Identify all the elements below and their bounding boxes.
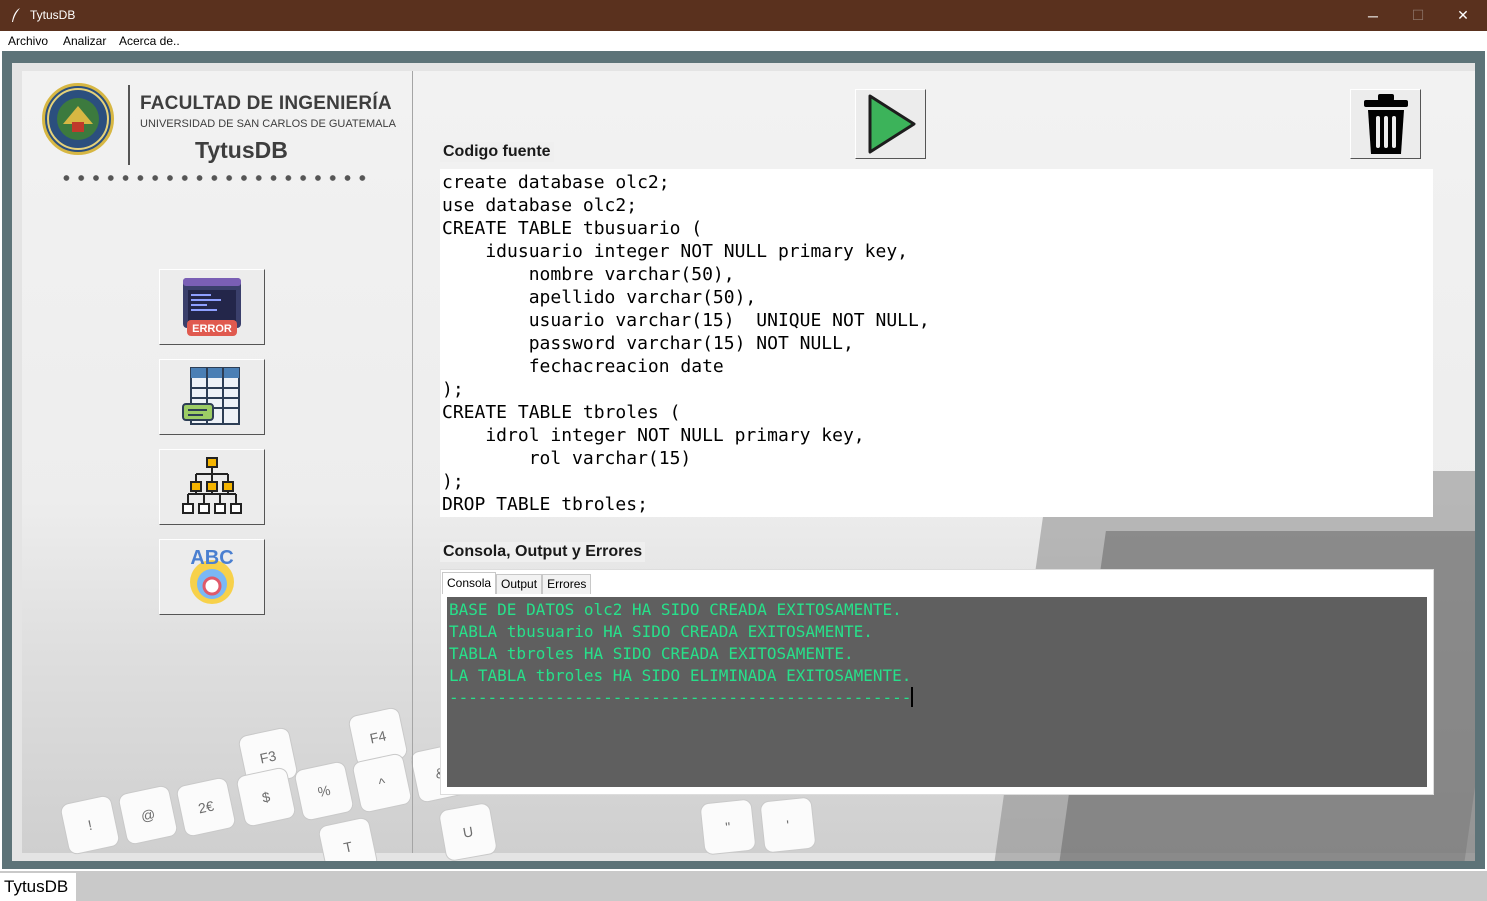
menu-analizar[interactable]: Analizar [63, 34, 106, 48]
trash-icon [1363, 94, 1408, 154]
console-panel: Consola Output Errores BASE DE DATOS olc… [440, 569, 1434, 795]
error-report-button[interactable]: ERROR [159, 269, 265, 345]
keyboard-key: @ [117, 784, 179, 846]
symbol-table-button[interactable] [159, 359, 265, 435]
menu-acerca-de[interactable]: Acerca de.. [119, 34, 180, 48]
console-tabs: Consola Output Errores [442, 572, 592, 594]
clear-button[interactable] [1350, 89, 1421, 159]
main-canvas: F3 F4 $ % ^ & @ 2€ ! T U " ' [12, 63, 1475, 861]
app-name: TytusDB [195, 137, 288, 163]
tab-consola[interactable]: Consola [442, 572, 497, 594]
seal-icon [47, 88, 109, 150]
error-report-icon: ERROR [183, 278, 241, 336]
window-title: TytusDB [30, 8, 76, 22]
abc-label: ABC [190, 547, 233, 569]
keyboard-key: % [293, 760, 355, 822]
keyboard-key: U [437, 801, 499, 861]
university-seal-logo [42, 83, 114, 155]
code-text[interactable]: create database olc2; use database olc2;… [442, 171, 1431, 516]
close-button[interactable]: ✕ [1440, 0, 1486, 31]
code-editor[interactable]: create database olc2; use database olc2;… [440, 169, 1433, 517]
symbol-table-icon [182, 367, 240, 425]
menu-archivo[interactable]: Archivo [8, 34, 48, 48]
tab-errores[interactable]: Errores [542, 574, 592, 594]
menu-bar: Archivo Analizar Acerca de.. [0, 31, 1487, 51]
console-output[interactable]: BASE DE DATOS olc2 HA SIDO CREADA EXITOS… [447, 597, 1427, 787]
run-button[interactable] [855, 89, 926, 159]
console-label: Consola, Output y Errores [440, 542, 646, 562]
source-code-label: Codigo fuente [440, 142, 554, 162]
keyboard-key: ^ [351, 752, 413, 814]
tab-output[interactable]: Output [496, 574, 543, 594]
keyboard-key: ! [59, 794, 121, 856]
status-tab[interactable]: TytusDB [0, 873, 76, 901]
frame-border: F3 F4 $ % ^ & @ 2€ ! T U " ' [2, 51, 1485, 869]
feather-icon [12, 8, 20, 22]
logo-separator [128, 85, 130, 165]
minimize-button[interactable]: ─ [1350, 0, 1396, 31]
ast-tree-icon [182, 457, 242, 514]
ast-tree-button[interactable] [159, 449, 265, 525]
logo-dots-divider [59, 174, 369, 182]
grammar-report-button[interactable]: ABC [159, 539, 265, 615]
faculty-name: FACULTAD DE INGENIERÍA [140, 93, 392, 114]
error-label: ERROR [192, 323, 232, 335]
keyboard-key: T [317, 816, 379, 861]
maximize-button[interactable]: ☐ [1395, 0, 1441, 31]
status-bar: TytusDB [0, 871, 1487, 901]
grammar-report-icon: ABC [190, 547, 234, 604]
keyboard-key: 2€ [175, 776, 237, 838]
university-name: UNIVERSIDAD DE SAN CARLOS DE GUATEMALA [140, 118, 396, 130]
console-text: BASE DE DATOS olc2 HA SIDO CREADA EXITOS… [449, 600, 912, 707]
keyboard-key: " [699, 798, 757, 856]
play-icon [868, 94, 915, 154]
keyboard-key: $ [235, 766, 297, 828]
panel-divider [412, 71, 413, 853]
main-frame: F3 F4 $ % ^ & @ 2€ ! T U " ' [0, 51, 1487, 871]
title-bar: TytusDB ─ ☐ ✕ [0, 0, 1487, 31]
keyboard-key: ' [759, 796, 817, 854]
text-caret [911, 687, 914, 707]
